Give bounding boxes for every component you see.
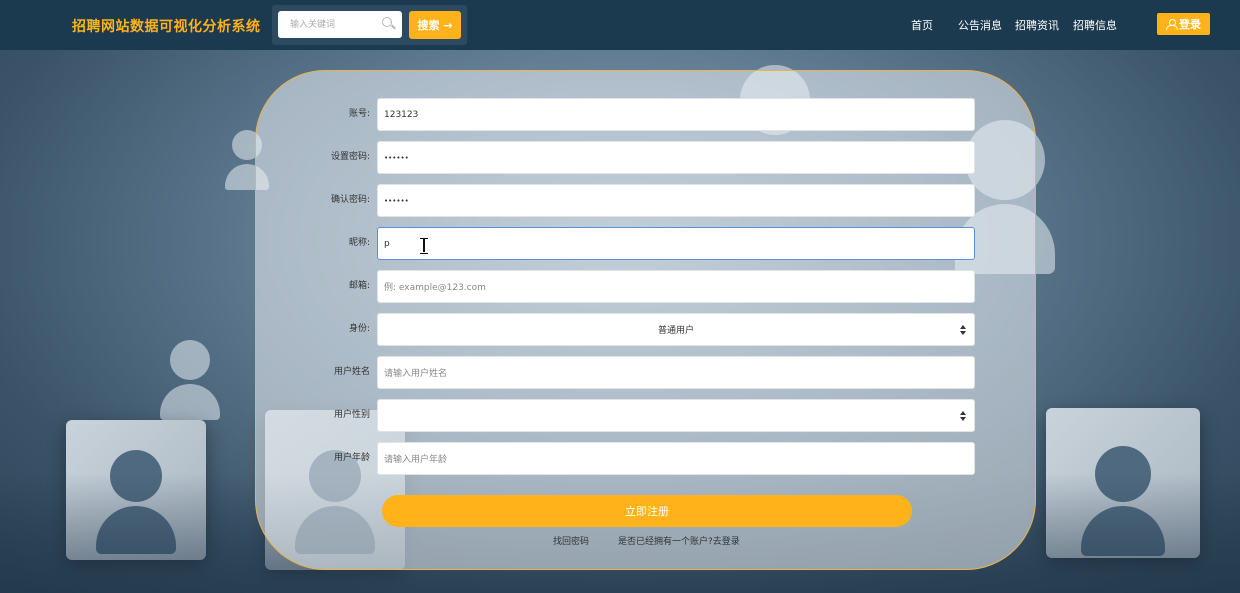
form-row-age: 用户年龄 请输入用户年龄 [256, 442, 1035, 475]
username-input[interactable]: 请输入用户姓名 [377, 356, 975, 389]
email-input[interactable]: 例: example@123.com [377, 270, 975, 303]
search-icon [382, 17, 392, 27]
form-row-nickname: 昵称: p [256, 227, 1035, 260]
gender-label: 用户性别 [333, 410, 370, 420]
account-input[interactable]: 123123 [377, 98, 975, 131]
form-row-gender: 用户性别 [256, 399, 1035, 432]
user-icon [1166, 19, 1178, 30]
search-button[interactable]: 搜索 → [409, 11, 461, 39]
ghost-person-mid-left [160, 340, 220, 420]
site-logo[interactable]: 招聘网站数据可视化分析系统 [72, 16, 261, 36]
confirm-password-input[interactable]: •••••• [377, 184, 975, 217]
select-caret-icon [960, 411, 966, 421]
identity-label: 身份: [348, 324, 370, 334]
password-label: 设置密码: [330, 152, 370, 162]
username-label: 用户姓名 [333, 367, 370, 377]
form-row-confirm-password: 确认密码: •••••• [256, 184, 1035, 217]
login-label: 登录 [1179, 18, 1201, 31]
go-login-link[interactable]: 是否已经拥有一个账户?去登录 [618, 534, 740, 547]
nickname-input[interactable]: p [377, 227, 975, 260]
register-button[interactable]: 立即注册 [382, 495, 912, 527]
gender-select[interactable] [377, 399, 975, 432]
nav-recruit-info[interactable]: 招聘信息 [1073, 17, 1117, 33]
nav-recruit-news[interactable]: 招聘资讯 [1015, 17, 1059, 33]
form-row-username: 用户姓名 请输入用户姓名 [256, 356, 1035, 389]
login-button[interactable]: 登录 [1157, 13, 1210, 35]
select-caret-icon [960, 325, 966, 335]
identity-select-value: 普通用户 [657, 326, 694, 336]
form-row-email: 邮箱: 例: example@123.com [256, 270, 1035, 303]
text-cursor-icon [420, 238, 428, 254]
form-row-account: 账号: 123123 [256, 98, 1035, 131]
account-label: 账号: [348, 109, 370, 119]
forgot-password-link[interactable]: 找回密码 [553, 534, 589, 547]
search-bar: 搜索 → [272, 5, 467, 45]
email-label: 邮箱: [348, 281, 370, 291]
nav-home[interactable]: 首页 [911, 17, 933, 33]
confirm-password-label: 确认密码: [330, 195, 370, 205]
form-row-password: 设置密码: •••••• [256, 141, 1035, 174]
register-form-card: 账号: 123123 设置密码: •••••• 确认密码: •••••• 昵称:… [255, 70, 1036, 570]
top-navbar: 招聘网站数据可视化分析系统 搜索 → 首页 公告消息 招聘资讯 招聘信息 登录 [0, 0, 1240, 50]
form-row-identity: 身份: 普通用户 [256, 313, 1035, 346]
identity-select[interactable]: 普通用户 [377, 313, 975, 346]
nickname-label: 昵称: [348, 238, 370, 248]
password-input[interactable]: •••••• [377, 141, 975, 174]
age-input[interactable]: 请输入用户年龄 [377, 442, 975, 475]
nav-announcements[interactable]: 公告消息 [958, 17, 1002, 33]
age-label: 用户年龄 [333, 453, 370, 463]
